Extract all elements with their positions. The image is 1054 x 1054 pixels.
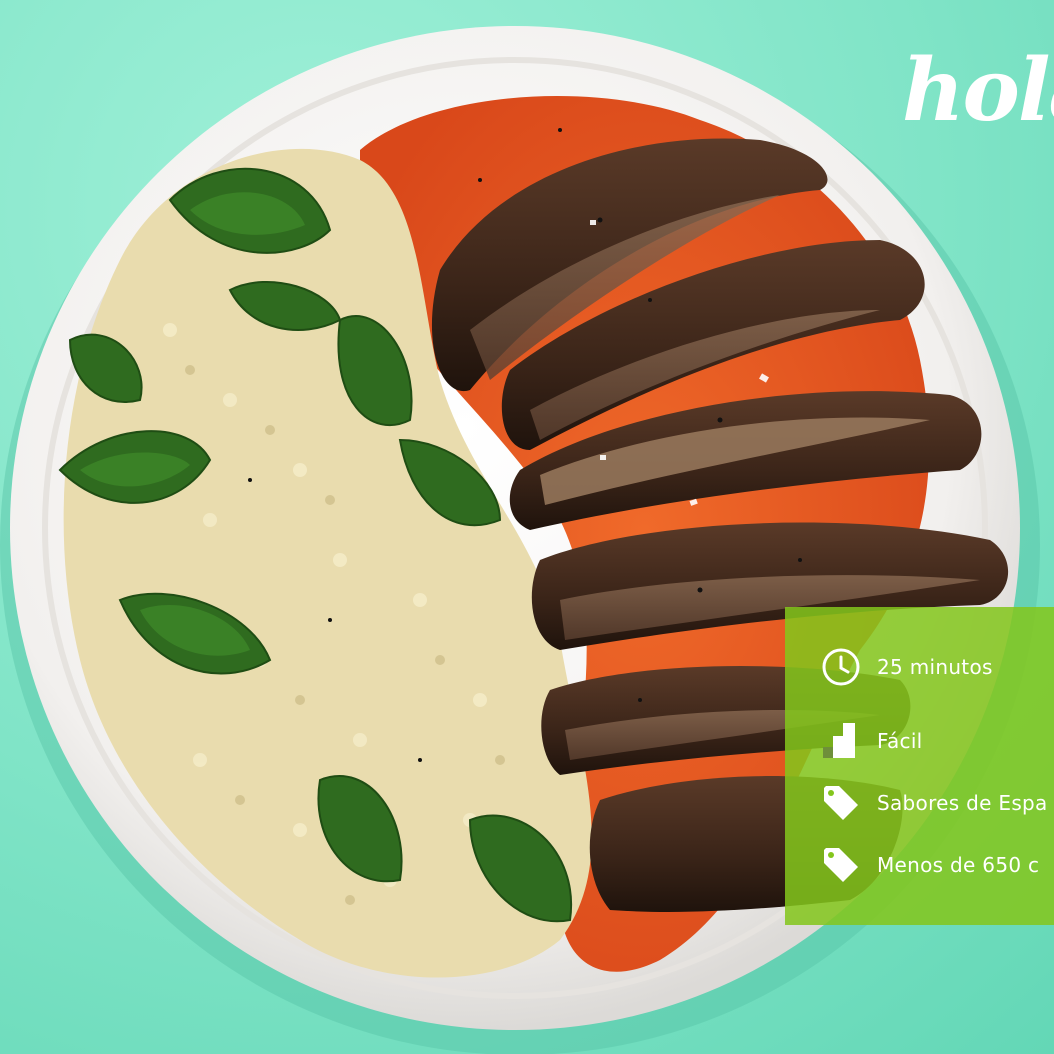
recipe-difficulty-label: Fácil <box>877 729 923 753</box>
recipe-tag-calories: Menos de 650 c <box>821 845 1039 885</box>
tag-icon <box>821 845 861 885</box>
clock-icon <box>821 647 861 687</box>
recipe-info-panel: 25 minutos Fácil Sabores de Espa Menos d… <box>785 607 1054 925</box>
tag-icon <box>821 783 861 823</box>
difficulty-bars-icon <box>821 721 861 761</box>
recipe-tag-cuisine-label: Sabores de Espa <box>877 791 1048 815</box>
recipe-difficulty: Fácil <box>821 721 923 761</box>
recipe-tag-cuisine: Sabores de Espa <box>821 783 1048 823</box>
recipe-tag-calories-label: Menos de 650 c <box>877 853 1040 877</box>
recipe-time: 25 minutos <box>821 647 993 687</box>
recipe-time-label: 25 minutos <box>877 655 993 679</box>
